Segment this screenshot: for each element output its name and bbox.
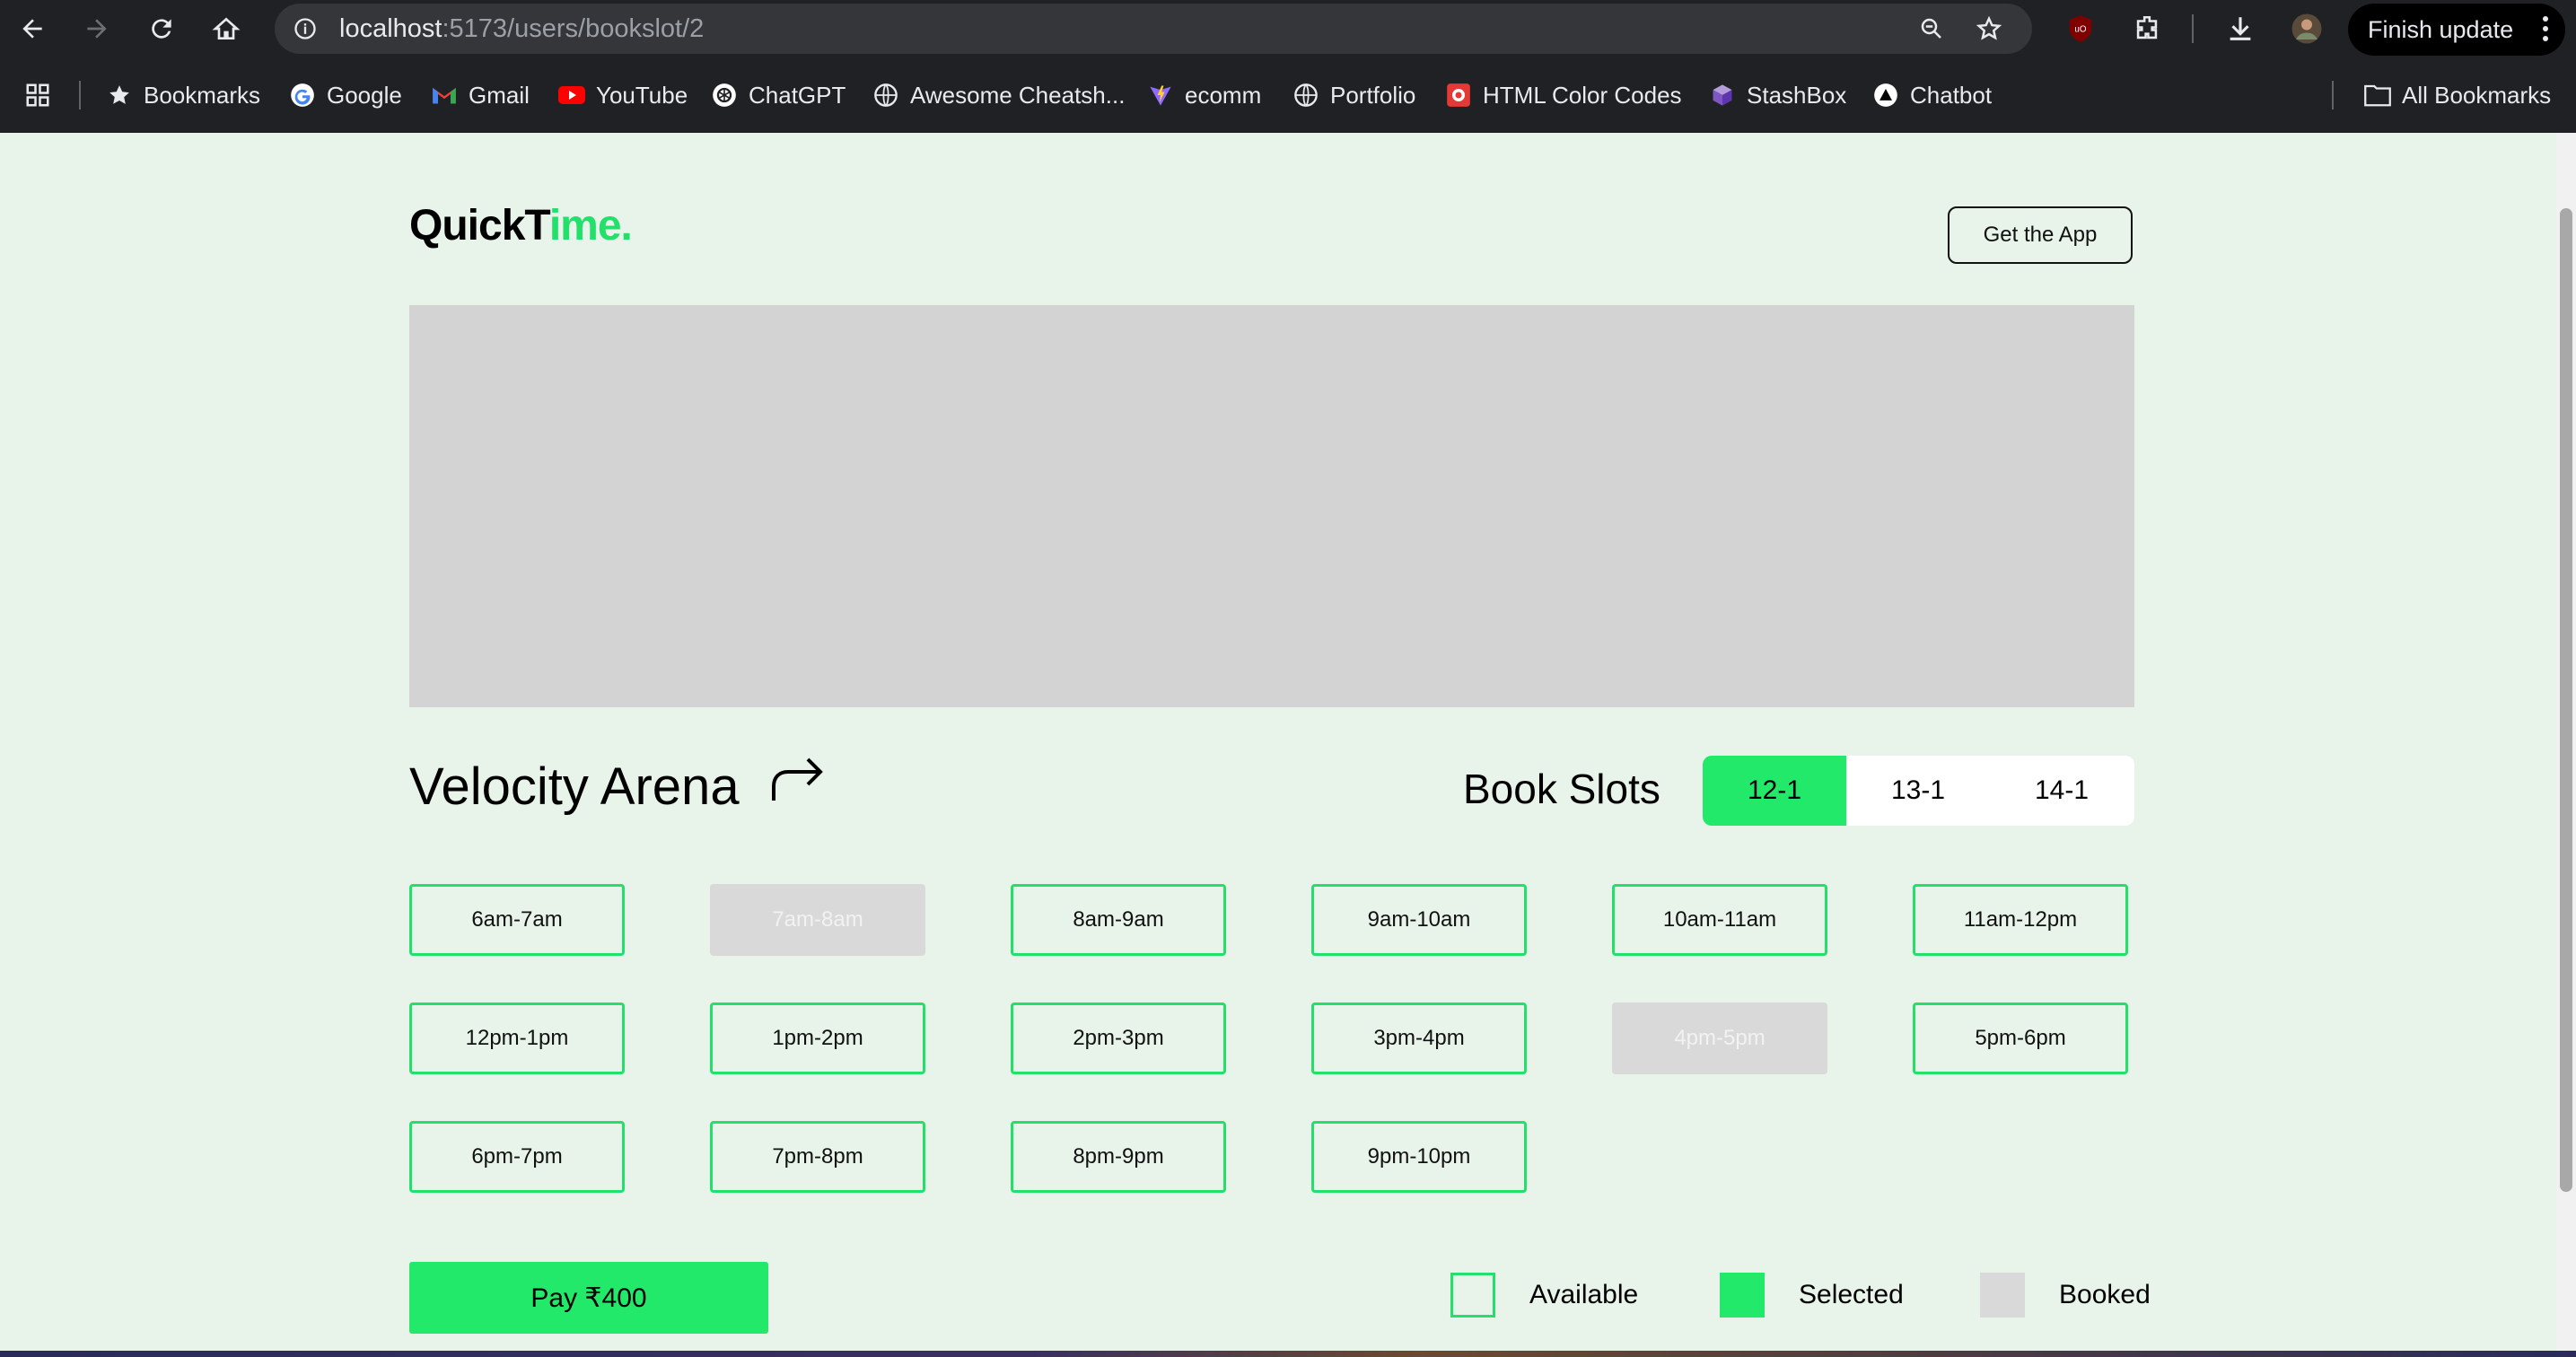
bookmark-chatbot[interactable]: Chatbot [1872,75,1992,115]
extensions-icon[interactable] [2129,11,2165,47]
address-bar[interactable]: localhost:5173/users/bookslot/2 [275,4,2032,54]
time-slot-2pm-3pm[interactable]: 2pm-3pm [1011,1002,1226,1074]
bookmark-google[interactable]: Google [289,75,402,115]
bookmark-html-color-codes[interactable]: HTML Color Codes [1445,75,1682,115]
triangle-icon [1872,82,1899,109]
reload-icon[interactable] [138,5,185,52]
url-text: localhost:5173/users/bookslot/2 [339,14,705,43]
bookmark-awesome-cheatsheets[interactable]: Awesome Cheatsh... [872,75,1125,115]
date-tabs: 12-1 13-1 14-1 [1703,756,2134,826]
forward-icon[interactable] [74,5,120,52]
finish-update-button[interactable]: Finish update [2348,4,2565,56]
bookmark-portfolio[interactable]: Portfolio [1292,75,1415,115]
book-slots-title: Book Slots [1463,766,1660,812]
time-slot-10am-11am[interactable]: 10am-11am [1612,884,1827,956]
toolbar-divider [2192,14,2194,43]
time-slot-1pm-2pm[interactable]: 1pm-2pm [710,1002,925,1074]
venue-name: Velocity Arena [409,757,740,816]
date-tab-13-1[interactable]: 13-1 [1846,756,1990,826]
scrollbar-thumb[interactable] [2560,208,2572,1192]
legend-selected-swatch [1720,1273,1765,1318]
chatgpt-icon [711,82,738,109]
bookmark-chatgpt[interactable]: ChatGPT [711,75,846,115]
legend-booked-swatch [1980,1273,2025,1318]
legend-selected: Selected [1720,1273,1904,1318]
taskbar-strip [0,1351,2576,1357]
time-slot-9pm-10pm[interactable]: 9pm-10pm [1311,1121,1527,1193]
browser-chrome: localhost:5173/users/bookslot/2 uO Finis… [0,0,2576,133]
color-codes-icon [1445,82,1472,109]
venue-title: Velocity Arena [409,756,826,817]
time-slot-6pm-7pm[interactable]: 6pm-7pm [409,1121,625,1193]
svg-text:uO: uO [2074,25,2086,35]
globe-icon [1292,82,1319,109]
date-tab-14-1[interactable]: 14-1 [1990,756,2134,826]
download-icon[interactable] [2222,11,2258,47]
venue-banner-image [409,305,2134,707]
bookmark-bookmarks[interactable]: Bookmarks [106,75,260,115]
legend-available-swatch [1450,1273,1495,1318]
back-icon[interactable] [9,5,56,52]
star-icon [106,82,133,109]
time-slot-4pm-5pm: 4pm-5pm [1612,1002,1827,1074]
time-slot-8pm-9pm[interactable]: 8pm-9pm [1011,1121,1226,1193]
bookmark-gmail[interactable]: Gmail [431,75,530,115]
profile-avatar-icon[interactable] [2289,11,2325,47]
time-slot-8am-9am[interactable]: 8am-9am [1011,884,1226,956]
time-slot-3pm-4pm[interactable]: 3pm-4pm [1311,1002,1527,1074]
gmail-icon [431,82,458,109]
bookmark-stashbox[interactable]: StashBox [1709,75,1846,115]
bookmarks-divider [79,81,81,109]
home-icon[interactable] [203,5,250,52]
google-icon [289,82,316,109]
site-info-icon[interactable] [291,14,320,43]
date-tab-12-1[interactable]: 12-1 [1703,756,1846,826]
stashbox-icon [1709,82,1736,109]
time-slot-6am-7am[interactable]: 6am-7am [409,884,625,956]
more-vert-icon [2542,15,2549,48]
youtube-icon [558,82,585,109]
vite-icon [1147,82,1174,109]
share-arrow-icon[interactable] [770,756,826,817]
all-bookmarks[interactable]: All Bookmarks [2364,75,2551,115]
ublock-icon[interactable]: uO [2064,13,2097,45]
globe-icon [872,82,899,109]
folder-icon [2364,82,2391,109]
time-slot-11am-12pm[interactable]: 11am-12pm [1913,884,2128,956]
bookmark-youtube[interactable]: YouTube [558,75,688,115]
apps-grid-icon[interactable] [23,81,52,109]
zoom-icon[interactable] [1917,14,1946,43]
legend-booked: Booked [1980,1273,2151,1318]
time-slot-9am-10am[interactable]: 9am-10am [1311,884,1527,956]
quicktime-logo[interactable]: QuickTime. [409,201,633,250]
bookmark-ecomm[interactable]: ecomm [1147,75,1261,115]
time-slot-5pm-6pm[interactable]: 5pm-6pm [1913,1002,2128,1074]
pay-button[interactable]: Pay ₹400 [409,1262,768,1334]
time-slot-7am-8am: 7am-8am [710,884,925,956]
bookmarks-bar: Bookmarks Google Gmail YouTube ChatGPT A… [0,70,2576,120]
bookmarks-divider-right [2332,81,2334,109]
legend-available: Available [1450,1273,1638,1318]
time-slot-7pm-8pm[interactable]: 7pm-8pm [710,1121,925,1193]
get-the-app-button[interactable]: Get the App [1948,206,2133,264]
bookmark-star-icon[interactable] [1975,14,2003,43]
time-slot-12pm-1pm[interactable]: 12pm-1pm [409,1002,625,1074]
